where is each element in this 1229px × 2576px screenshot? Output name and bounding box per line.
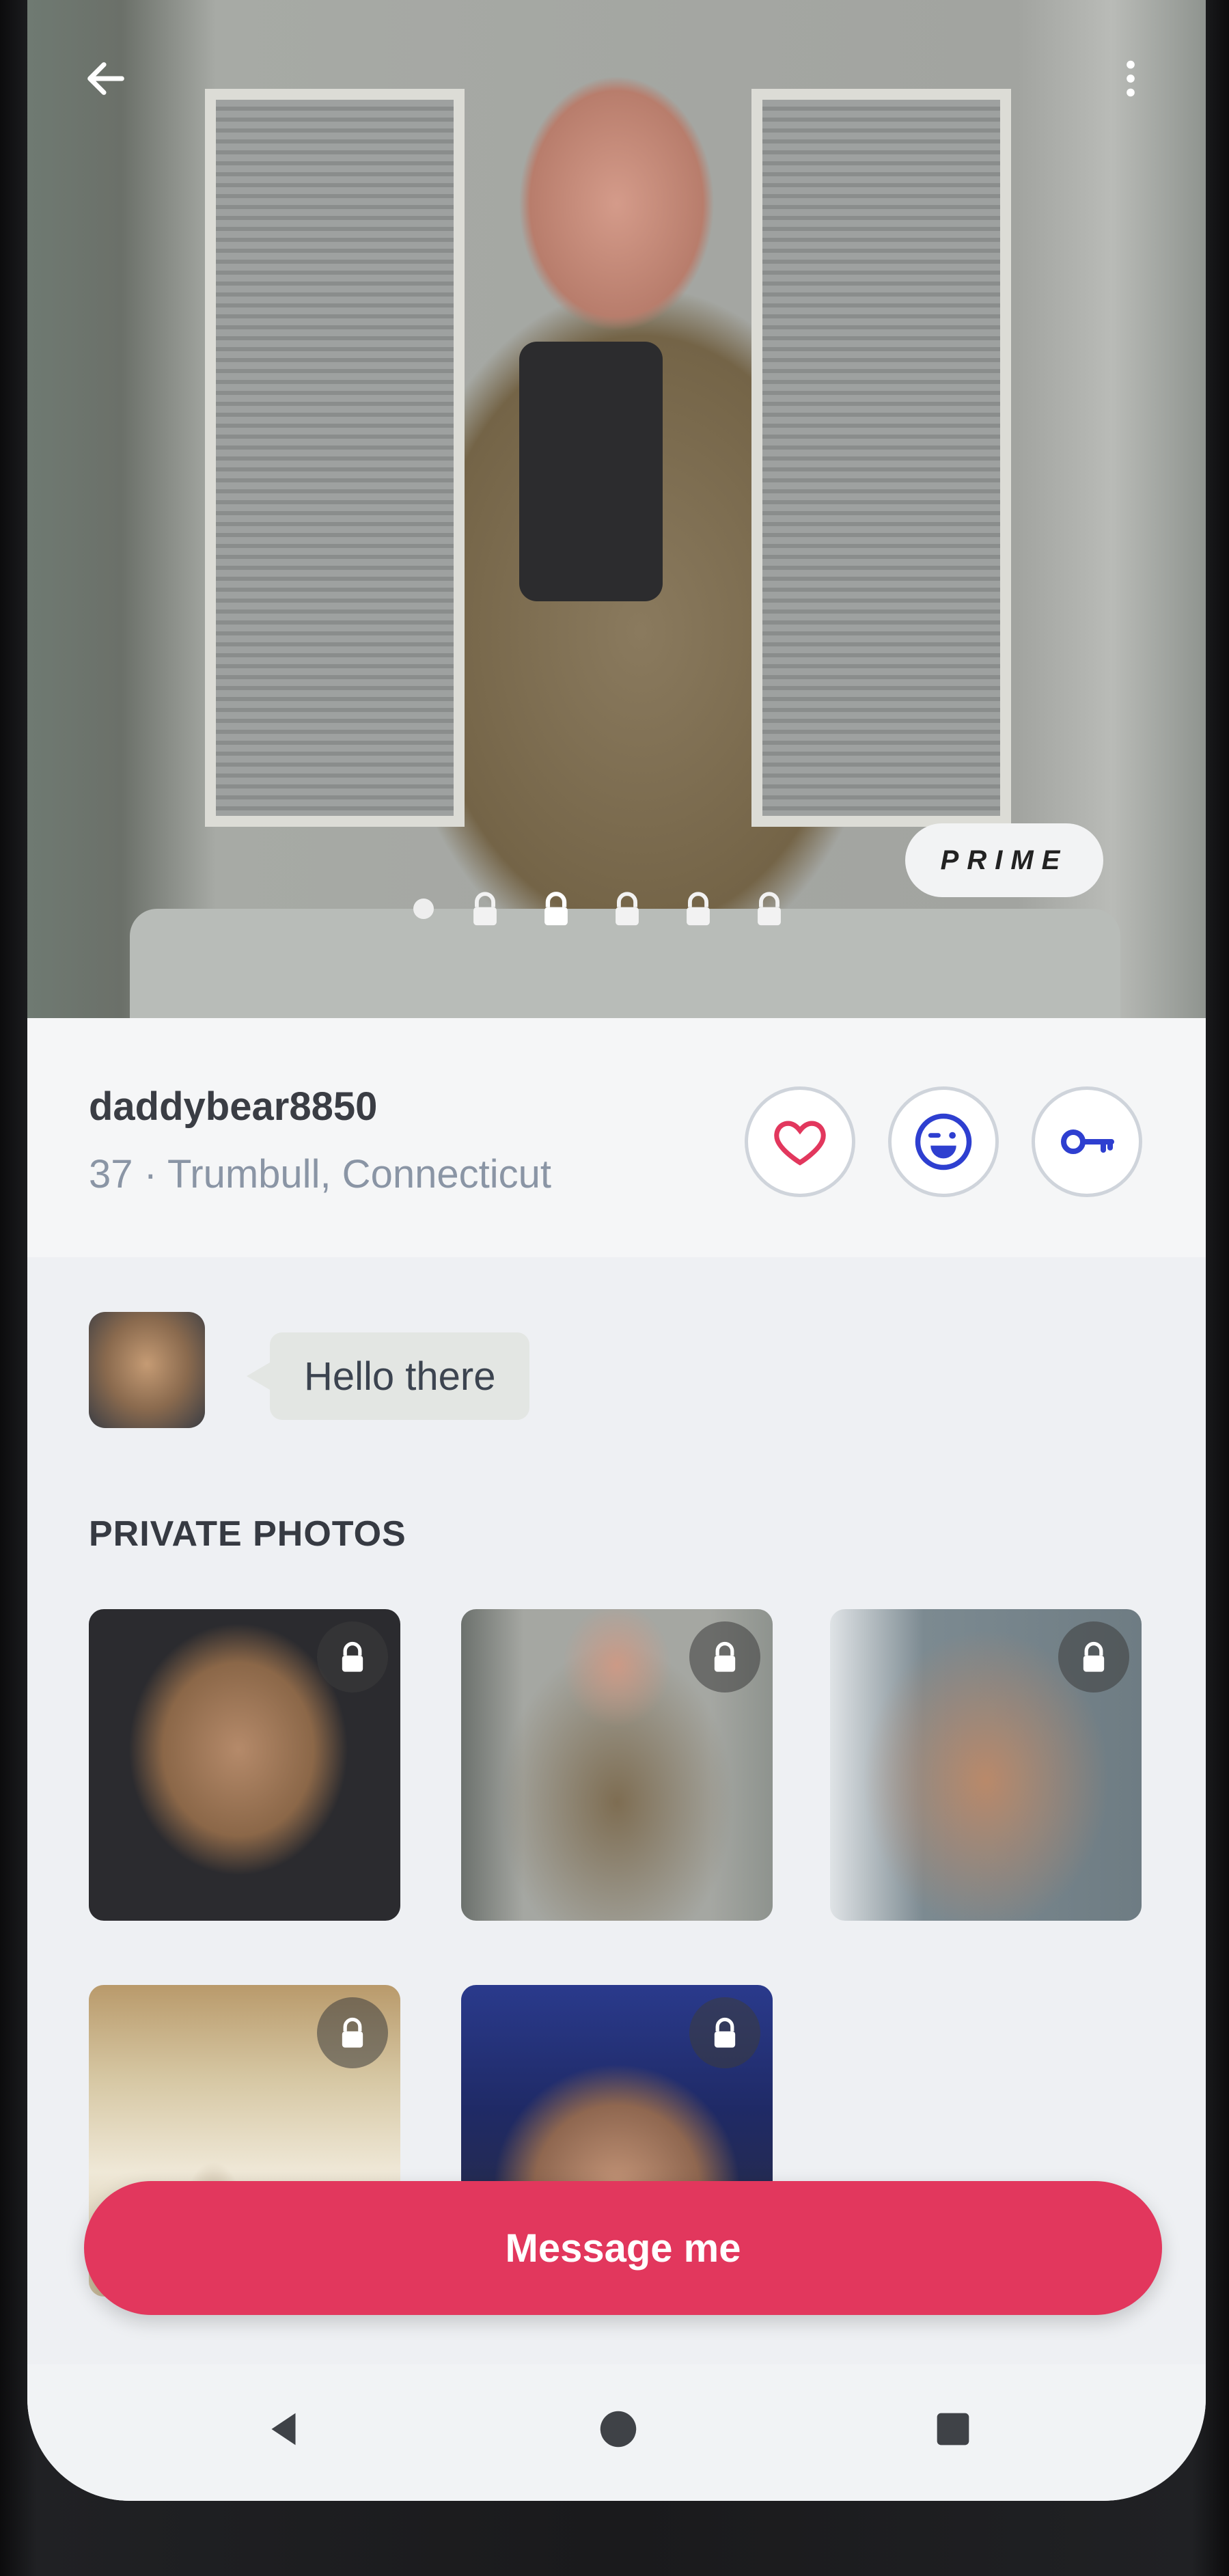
lock-badge	[1058, 1621, 1129, 1693]
nav-home-button[interactable]	[581, 2392, 656, 2467]
system-nav-bar	[27, 2364, 1206, 2501]
lock-icon	[342, 1641, 363, 1672]
recents-square-icon	[937, 2413, 969, 2445]
arrow-left-icon	[87, 62, 124, 95]
lock-badge	[689, 1997, 760, 2068]
wink-button[interactable]	[888, 1086, 999, 1197]
like-button[interactable]	[745, 1086, 855, 1197]
lock-icon	[714, 2017, 736, 2048]
private-photos-title: PRIVATE PHOTOS	[89, 1514, 406, 1554]
profile-info: daddybear8850 37 · Trumbull, Connecticut	[27, 1018, 1206, 1257]
app-screen: PRIME daddybear8850 37 · Trumbull, Conne…	[27, 0, 1206, 2501]
lock-icon	[714, 1641, 736, 1672]
lock-icon[interactable]	[678, 889, 718, 929]
lock-badge	[317, 1997, 388, 2068]
message-me-button[interactable]: Message me	[84, 2181, 1162, 2315]
more-options-button[interactable]	[1093, 41, 1168, 116]
home-circle-icon	[600, 2411, 637, 2448]
nav-back-button[interactable]	[246, 2392, 321, 2467]
photo-window-left	[205, 89, 465, 827]
heart-icon	[774, 1121, 826, 1166]
more-vertical-icon	[1127, 60, 1135, 97]
wink-face-icon	[915, 1113, 972, 1170]
pager-dot-active[interactable]	[413, 899, 434, 919]
key-icon	[1061, 1129, 1114, 1154]
phone-device: PRIME daddybear8850 37 · Trumbull, Conne…	[0, 0, 1229, 2576]
profile-username: daddybear8850	[89, 1084, 378, 1129]
private-photo-thumb[interactable]	[830, 1609, 1142, 1921]
lock-icon	[342, 2017, 363, 2048]
lock-icon[interactable]	[536, 889, 576, 929]
private-photo-thumb[interactable]	[89, 1609, 400, 1921]
lock-badge	[689, 1621, 760, 1693]
photo-phone	[519, 342, 663, 601]
lock-icon[interactable]	[749, 889, 789, 929]
photo-window-right	[751, 89, 1011, 827]
lock-icon	[1083, 1641, 1105, 1672]
message-bubble: Hello there	[246, 1332, 530, 1420]
profile-photo[interactable]: PRIME	[27, 0, 1206, 1018]
message-row: Hello there	[27, 1257, 1206, 1476]
photo-pager[interactable]	[413, 885, 789, 933]
private-photo-thumb[interactable]	[461, 1609, 773, 1921]
key-button[interactable]	[1032, 1086, 1142, 1197]
lock-icon[interactable]	[607, 889, 647, 929]
lock-badge	[317, 1621, 388, 1693]
sender-avatar[interactable]	[89, 1312, 205, 1428]
back-triangle-icon	[271, 2413, 296, 2445]
prime-badge: PRIME	[905, 823, 1103, 897]
lock-icon[interactable]	[465, 889, 505, 929]
back-button[interactable]	[68, 41, 143, 116]
nav-recents-button[interactable]	[915, 2392, 991, 2467]
profile-meta: 37 · Trumbull, Connecticut	[89, 1152, 551, 1196]
